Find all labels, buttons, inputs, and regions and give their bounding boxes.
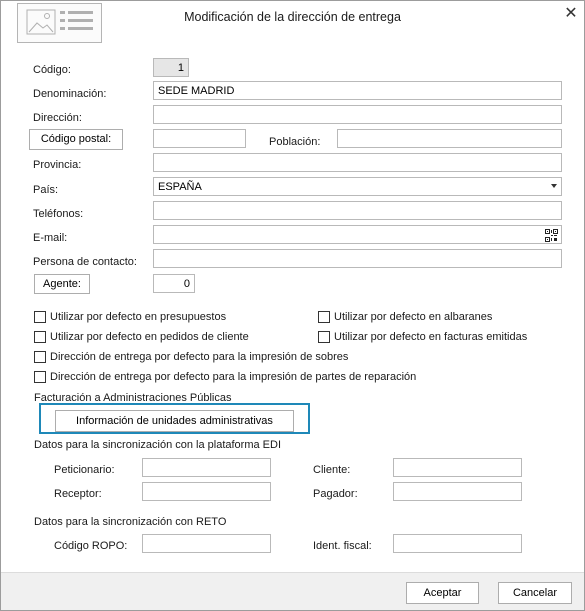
- peticionario-label: Peticionario:: [54, 464, 115, 476]
- checkbox-partes[interactable]: [34, 371, 46, 383]
- cancel-button[interactable]: Cancelar: [498, 582, 572, 604]
- denominacion-field[interactable]: SEDE MADRID: [153, 81, 562, 100]
- checkbox-facturas[interactable]: [318, 331, 330, 343]
- checkbox-partes-label: Dirección de entrega por defecto para la…: [50, 371, 417, 383]
- contacto-label: Persona de contacto:: [33, 256, 137, 268]
- ident-fiscal-field[interactable]: [393, 534, 522, 553]
- receptor-label: Receptor:: [54, 488, 102, 500]
- accept-button[interactable]: Aceptar: [406, 582, 479, 604]
- poblacion-label: Población:: [269, 136, 321, 148]
- codigo-postal-button[interactable]: Código postal:: [29, 129, 123, 150]
- checkbox-albaranes[interactable]: [318, 311, 330, 323]
- checkbox-albaranes-label: Utilizar por defecto en albaranes: [334, 311, 493, 323]
- provincia-label: Provincia:: [33, 159, 82, 171]
- pais-select[interactable]: ESPAÑA: [153, 177, 562, 196]
- chevron-down-icon[interactable]: [551, 184, 557, 188]
- direccion-label: Dirección:: [33, 112, 82, 124]
- checkbox-presupuestos[interactable]: [34, 311, 46, 323]
- checkbox-presupuestos-label: Utilizar por defecto en presupuestos: [50, 311, 227, 323]
- peticionario-field[interactable]: [142, 458, 271, 477]
- checkbox-sobres[interactable]: [34, 351, 46, 363]
- title-bar: Modificación de la dirección de entrega …: [1, 1, 584, 43]
- pais-value: ESPAÑA: [158, 181, 202, 193]
- checkbox-pedidos[interactable]: [34, 331, 46, 343]
- email-label: E-mail:: [33, 232, 68, 244]
- provincia-field[interactable]: [153, 153, 562, 172]
- telefonos-label: Teléfonos:: [33, 208, 84, 220]
- edi-section-label: Datos para la sincronización con la plat…: [34, 439, 282, 451]
- cliente-label: Cliente:: [313, 464, 351, 476]
- dialog-title: Modificación de la dirección de entrega: [184, 10, 401, 24]
- ident-fiscal-label: Ident. fiscal:: [313, 540, 372, 552]
- pagador-label: Pagador:: [313, 488, 358, 500]
- checkbox-sobres-label: Dirección de entrega por defecto para la…: [50, 351, 349, 363]
- agente-button[interactable]: Agente:: [34, 274, 90, 294]
- checkbox-facturas-label: Utilizar por defecto en facturas emitida…: [334, 331, 528, 343]
- codigo-postal-field[interactable]: [153, 129, 246, 148]
- reto-section-label: Datos para la sincronización con RETO: [34, 516, 227, 528]
- codigo-label: Código:: [33, 64, 71, 76]
- agente-field[interactable]: 0: [153, 274, 195, 293]
- pais-label: País:: [33, 184, 59, 196]
- unidades-administrativas-button[interactable]: Información de unidades administrativas: [55, 410, 294, 432]
- ropo-field[interactable]: [142, 534, 271, 553]
- poblacion-field[interactable]: [337, 129, 562, 148]
- direccion-field[interactable]: [153, 105, 562, 124]
- close-icon[interactable]: ✕: [560, 5, 582, 23]
- checkbox-pedidos-label: Utilizar por defecto en pedidos de clien…: [50, 331, 249, 343]
- codigo-field: 1: [153, 58, 189, 77]
- dialog-window: Modificación de la dirección de entrega …: [0, 0, 585, 611]
- telefonos-field[interactable]: [153, 201, 562, 220]
- ropo-label: Código ROPO:: [54, 540, 128, 552]
- contacto-field[interactable]: [153, 249, 562, 268]
- email-field[interactable]: [153, 225, 562, 244]
- denominacion-label: Denominación:: [33, 88, 107, 100]
- dialog-footer: Aceptar Cancelar: [1, 572, 584, 610]
- cliente-field[interactable]: [393, 458, 522, 477]
- pagador-field[interactable]: [393, 482, 522, 501]
- qr-code-icon[interactable]: [545, 229, 558, 242]
- receptor-field[interactable]: [142, 482, 271, 501]
